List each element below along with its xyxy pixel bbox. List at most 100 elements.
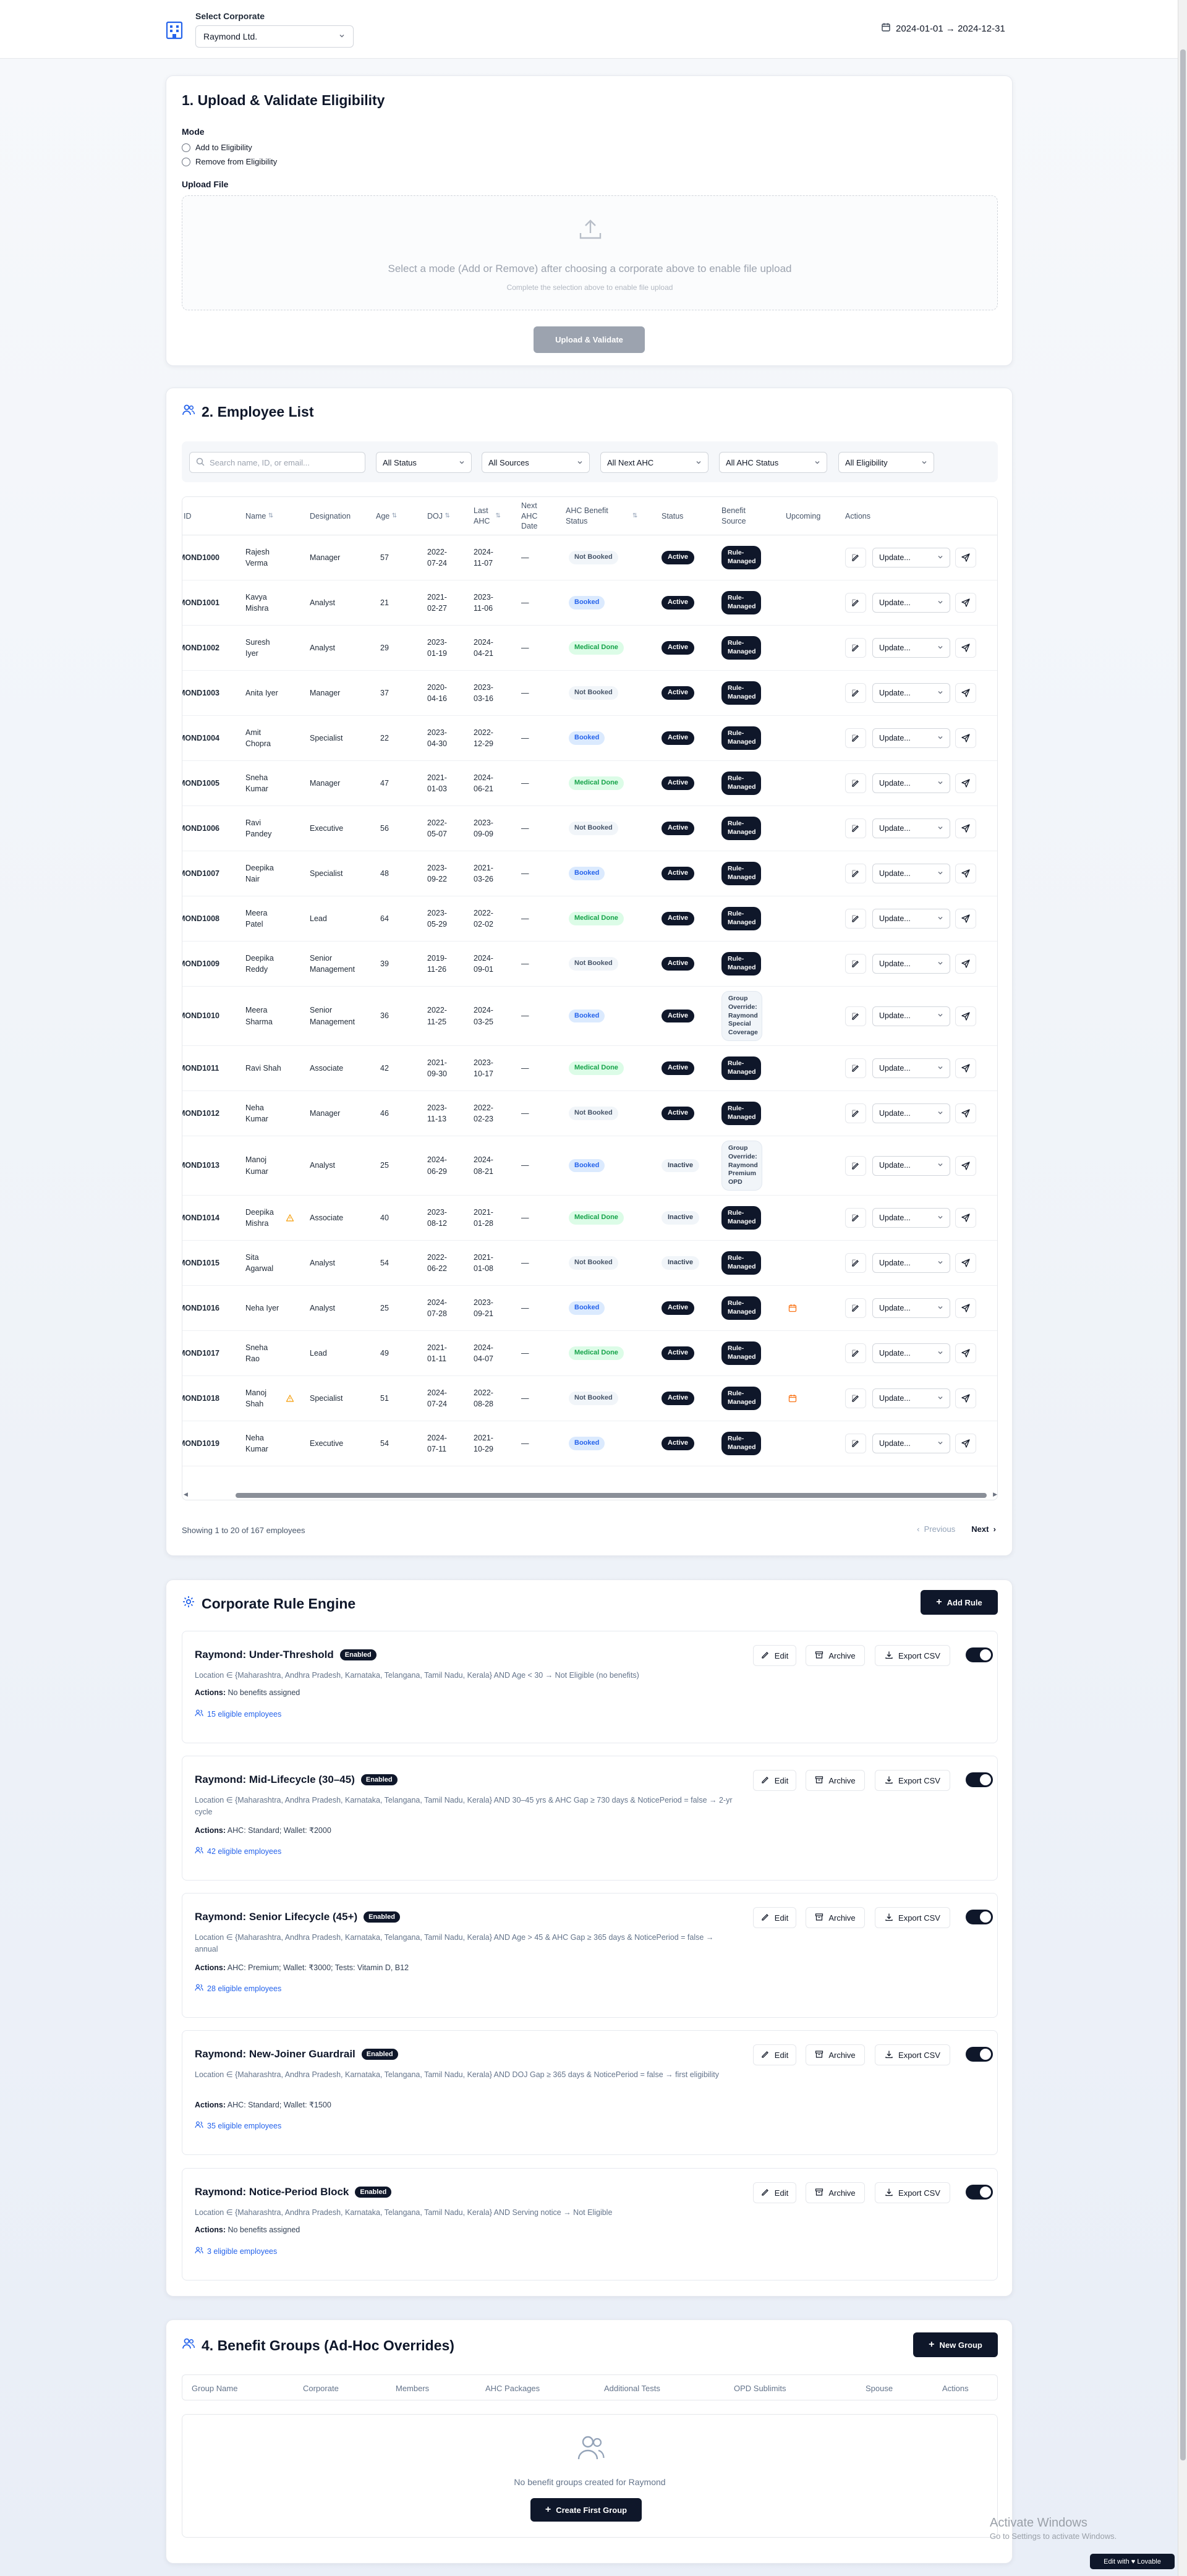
create-first-group-button[interactable]: + Create First Group bbox=[530, 2498, 642, 2522]
send-icon[interactable] bbox=[955, 954, 976, 974]
send-icon[interactable] bbox=[955, 1058, 976, 1078]
archive-rule-button[interactable]: Archive bbox=[806, 2044, 865, 2065]
eligible-employees-link[interactable]: 28 eligible employees bbox=[195, 1983, 281, 1994]
update-select[interactable]: Update... bbox=[872, 683, 950, 703]
send-icon[interactable] bbox=[955, 1103, 976, 1123]
export-csv-button[interactable]: Export CSV bbox=[875, 1770, 950, 1791]
edit-icon[interactable] bbox=[845, 773, 866, 793]
edit-icon[interactable] bbox=[845, 728, 866, 748]
update-select[interactable]: Update... bbox=[872, 954, 950, 974]
new-group-button[interactable]: + New Group bbox=[913, 2332, 998, 2357]
update-select[interactable]: Update... bbox=[872, 1253, 950, 1273]
edit-rule-button[interactable]: Edit bbox=[753, 1907, 796, 1928]
edit-icon[interactable] bbox=[845, 683, 866, 703]
update-select[interactable]: Update... bbox=[872, 1103, 950, 1123]
edit-icon[interactable] bbox=[845, 818, 866, 838]
send-icon[interactable] bbox=[955, 1253, 976, 1273]
mode-remove-radio[interactable]: Remove from Eligibility bbox=[182, 157, 277, 166]
edit-icon[interactable] bbox=[845, 1343, 866, 1363]
col-doj[interactable]: DOJ ⇅ bbox=[427, 497, 464, 535]
send-icon[interactable] bbox=[955, 1208, 976, 1228]
update-select[interactable]: Update... bbox=[872, 818, 950, 838]
page-scrollbar[interactable] bbox=[1178, 0, 1187, 2576]
corporate-select[interactable]: Raymond Ltd. bbox=[195, 25, 354, 48]
edit-icon[interactable] bbox=[845, 638, 866, 658]
edit-icon[interactable] bbox=[845, 593, 866, 613]
edit-icon[interactable] bbox=[845, 1058, 866, 1078]
edit-icon[interactable] bbox=[845, 1253, 866, 1273]
send-icon[interactable] bbox=[955, 548, 976, 567]
edit-icon[interactable] bbox=[845, 1155, 866, 1176]
update-select[interactable]: Update... bbox=[872, 909, 950, 929]
rule-enabled-toggle[interactable] bbox=[966, 2047, 993, 2062]
send-icon[interactable] bbox=[955, 1298, 976, 1318]
upload-validate-button[interactable]: Upload & Validate bbox=[534, 326, 645, 353]
archive-rule-button[interactable]: Archive bbox=[806, 1770, 865, 1791]
export-csv-button[interactable]: Export CSV bbox=[875, 1907, 950, 1928]
edit-icon[interactable] bbox=[845, 909, 866, 929]
edit-icon[interactable] bbox=[845, 1434, 866, 1453]
send-icon[interactable] bbox=[955, 1155, 976, 1176]
send-icon[interactable] bbox=[955, 683, 976, 703]
rule-enabled-toggle[interactable] bbox=[966, 2185, 993, 2200]
date-range[interactable]: 2024-01-01 → 2024-12-31 bbox=[881, 22, 1005, 35]
edit-icon[interactable] bbox=[845, 1006, 866, 1026]
eligibility-filter[interactable]: All Eligibility bbox=[838, 452, 934, 473]
ahc-status-filter[interactable]: All AHC Status bbox=[719, 452, 827, 473]
edit-rule-button[interactable]: Edit bbox=[753, 1645, 796, 1666]
search-input[interactable]: Search name, ID, or email... bbox=[189, 452, 365, 473]
archive-rule-button[interactable]: Archive bbox=[806, 1907, 865, 1928]
update-select[interactable]: Update... bbox=[872, 1298, 950, 1318]
col-age[interactable]: Age ⇅ bbox=[376, 497, 413, 535]
export-csv-button[interactable]: Export CSV bbox=[875, 2182, 950, 2203]
export-csv-button[interactable]: Export CSV bbox=[875, 2044, 950, 2065]
lovable-badge[interactable]: Edit with ♥ Lovable bbox=[1090, 2554, 1175, 2569]
status-filter[interactable]: All Status bbox=[376, 452, 472, 473]
eligible-employees-link[interactable]: 35 eligible employees bbox=[195, 2120, 281, 2131]
upcoming-calendar-icon[interactable] bbox=[788, 1376, 797, 1421]
update-select[interactable]: Update... bbox=[872, 1434, 950, 1453]
next-ahc-filter[interactable]: All Next AHC bbox=[600, 452, 708, 473]
send-icon[interactable] bbox=[955, 818, 976, 838]
send-icon[interactable] bbox=[955, 1006, 976, 1026]
send-icon[interactable] bbox=[955, 1343, 976, 1363]
eligible-employees-link[interactable]: 15 eligible employees bbox=[195, 1709, 281, 1719]
update-select[interactable]: Update... bbox=[872, 728, 950, 748]
export-csv-button[interactable]: Export CSV bbox=[875, 1645, 950, 1666]
edit-icon[interactable] bbox=[845, 864, 866, 883]
send-icon[interactable] bbox=[955, 773, 976, 793]
edit-icon[interactable] bbox=[845, 1388, 866, 1408]
col-last-ahc[interactable]: Last AHC ⇅ bbox=[474, 497, 511, 535]
send-icon[interactable] bbox=[955, 638, 976, 658]
next-button[interactable]: Next › bbox=[971, 1524, 996, 1534]
edit-icon[interactable] bbox=[845, 1103, 866, 1123]
update-select[interactable]: Update... bbox=[872, 638, 950, 658]
update-select[interactable]: Update... bbox=[872, 1155, 950, 1176]
update-select[interactable]: Update... bbox=[872, 1058, 950, 1078]
previous-button[interactable]: ‹ Previous bbox=[917, 1524, 955, 1534]
edit-icon[interactable] bbox=[845, 954, 866, 974]
archive-rule-button[interactable]: Archive bbox=[806, 1645, 865, 1666]
update-select[interactable]: Update... bbox=[872, 548, 950, 567]
edit-icon[interactable] bbox=[845, 1298, 866, 1318]
rule-enabled-toggle[interactable] bbox=[966, 1772, 993, 1787]
file-dropzone[interactable]: Select a mode (Add or Remove) after choo… bbox=[182, 195, 998, 310]
send-icon[interactable] bbox=[955, 1434, 976, 1453]
send-icon[interactable] bbox=[955, 593, 976, 613]
eligible-employees-link[interactable]: 42 eligible employees bbox=[195, 1846, 281, 1856]
archive-rule-button[interactable]: Archive bbox=[806, 2182, 865, 2203]
send-icon[interactable] bbox=[955, 1388, 976, 1408]
update-select[interactable]: Update... bbox=[872, 773, 950, 793]
col-name[interactable]: Name ⇅ bbox=[245, 497, 301, 535]
edit-icon[interactable] bbox=[845, 1208, 866, 1228]
table-hscroll[interactable]: ◀ ▶ bbox=[182, 1491, 997, 1500]
update-select[interactable]: Update... bbox=[872, 1006, 950, 1026]
send-icon[interactable] bbox=[955, 909, 976, 929]
edit-rule-button[interactable]: Edit bbox=[753, 2044, 796, 2065]
send-icon[interactable] bbox=[955, 864, 976, 883]
eligible-employees-link[interactable]: 3 eligible employees bbox=[195, 2246, 277, 2256]
upcoming-calendar-icon[interactable] bbox=[788, 1286, 797, 1330]
send-icon[interactable] bbox=[955, 728, 976, 748]
edit-rule-button[interactable]: Edit bbox=[753, 1770, 796, 1791]
mode-add-radio[interactable]: Add to Eligibility bbox=[182, 143, 252, 152]
